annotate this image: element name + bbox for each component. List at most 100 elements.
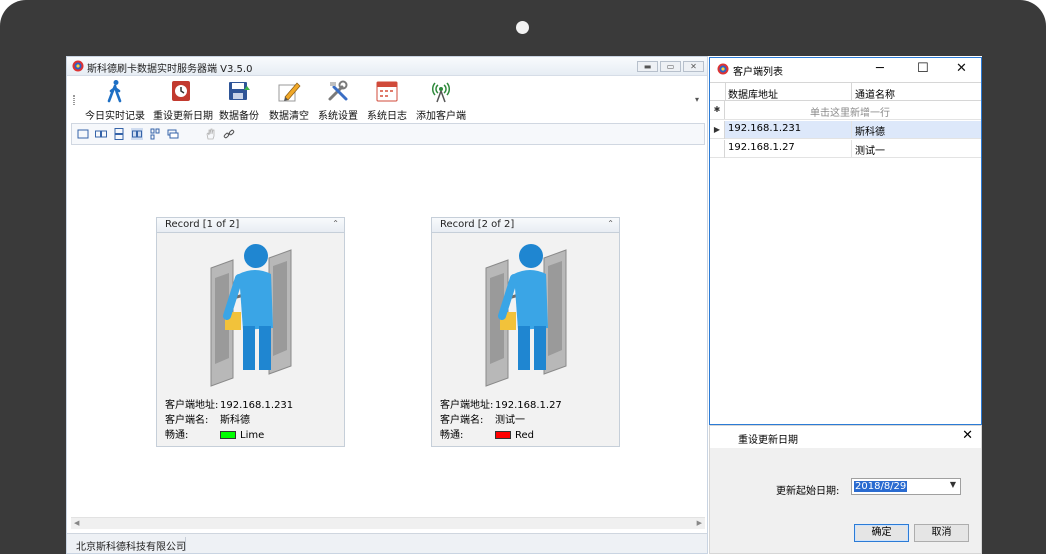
- record-card: Record [2 of 2] ⌃ 客户端地址: 192.168.1.27 客户…: [431, 217, 620, 447]
- collapse-chevron-icon[interactable]: ⌃: [607, 219, 614, 228]
- alarm-clock-icon: [172, 81, 190, 101]
- dropdown-arrow-icon[interactable]: ▼: [950, 480, 956, 489]
- record-status-row: 畅通: Red: [440, 426, 534, 441]
- scroll-left-arrow-icon[interactable]: ◀: [74, 519, 79, 527]
- new-row-indicator-icon: ✱: [710, 101, 725, 119]
- company-name: 北京斯科德科技有限公司: [76, 542, 186, 553]
- cancel-button[interactable]: 取消: [914, 524, 969, 542]
- record-status-label: 畅通:: [165, 430, 189, 441]
- reset-update-date-label: 重设更新日期: [153, 111, 213, 122]
- table-row[interactable]: 192.168.1.27 测试一: [710, 140, 981, 158]
- ok-button[interactable]: 确定: [854, 524, 909, 542]
- walking-person-icon: [107, 80, 122, 103]
- calendar-log-icon: [376, 81, 398, 102]
- add-client-button[interactable]: 添加客户端: [416, 79, 466, 122]
- client-list-window: 客户端列表 ─ ☐ ✕ 数据库地址 通道名称 ✱ 单击这里新增一行 ▶ 192.…: [709, 57, 982, 425]
- single-view-icon[interactable]: [77, 128, 89, 140]
- window-title: 斯科德刷卡数据实时服务器端 V3.5.0: [87, 64, 253, 75]
- column-header-channel-name[interactable]: 通道名称: [855, 86, 895, 101]
- cell-channel[interactable]: 斯科德: [852, 121, 981, 138]
- record-address-value: 192.168.1.27: [495, 400, 562, 411]
- add-client-label: 添加客户端: [416, 111, 466, 122]
- webcam-dot: [516, 21, 529, 34]
- system-settings-label: 系统设置: [318, 111, 358, 122]
- card-view-icon[interactable]: [131, 128, 143, 140]
- current-row-arrow-icon: ▶: [710, 121, 725, 139]
- close-icon[interactable]: ✕: [962, 428, 973, 443]
- two-row-view-icon[interactable]: [113, 128, 125, 140]
- status-color-swatch: [220, 431, 236, 439]
- restore-button[interactable]: ▭: [660, 61, 681, 72]
- record-header: Record [2 of 2] ⌃: [432, 218, 619, 233]
- column-view-icon[interactable]: [149, 128, 161, 140]
- stacked-view-icon[interactable]: [167, 128, 179, 140]
- reset-date-dialog: 重设更新日期 ✕ 更新起始日期: 2018/8/29 ▼ 确定 取消: [709, 425, 982, 554]
- record-card: Record [1 of 2] ⌃ 客户端地址: 192.168.1.231 客…: [156, 217, 345, 447]
- grid-header: 数据库地址 通道名称: [710, 82, 981, 101]
- eraser-pencil-icon: [278, 82, 301, 102]
- app-logo-icon: [717, 63, 729, 75]
- record-title: Record [1 of 2]: [165, 219, 240, 230]
- row-indicator: [710, 140, 725, 158]
- start-date-value[interactable]: 2018/8/29: [854, 481, 908, 492]
- main-window: 斯科德刷卡数据实时服务器端 V3.5.0 ▬ ▭ ✕ 今日实时记录 重设更新日期…: [66, 56, 708, 554]
- data-backup-button[interactable]: 数据备份: [219, 79, 259, 122]
- column-divider: [725, 83, 726, 101]
- start-date-picker[interactable]: 2018/8/29 ▼: [851, 478, 961, 495]
- toolbar-overflow-icon[interactable]: ▾: [695, 95, 699, 104]
- horizontal-scrollbar[interactable]: ◀ ▶: [71, 517, 705, 529]
- dialog-titlebar: 重设更新日期 ✕: [710, 426, 981, 448]
- table-row[interactable]: ▶ 192.168.1.231 斯科德: [710, 121, 981, 139]
- status-divider: [185, 537, 186, 551]
- record-name-label: 客户端名:: [440, 415, 484, 426]
- close-button[interactable]: ✕: [683, 61, 704, 72]
- pan-hand-icon[interactable]: [205, 128, 217, 140]
- client-list-title: 客户端列表: [733, 67, 783, 78]
- data-clear-button[interactable]: 数据清空: [269, 79, 309, 122]
- system-log-label: 系统日志: [367, 111, 407, 122]
- today-records-label: 今日实时记录: [85, 111, 145, 122]
- toolbar-grip[interactable]: [73, 95, 75, 105]
- cell-address[interactable]: 192.168.1.231: [725, 121, 851, 138]
- record-address-label: 客户端地址:: [440, 400, 494, 411]
- record-status-value: Red: [515, 430, 534, 441]
- record-name-label: 客户端名:: [165, 415, 209, 426]
- tools-icon: [328, 80, 348, 101]
- reset-update-date-button[interactable]: 重设更新日期: [153, 79, 213, 122]
- data-clear-label: 数据清空: [269, 111, 309, 122]
- record-name-value: 斯科德: [220, 415, 250, 426]
- new-row[interactable]: ✱ 单击这里新增一行: [710, 101, 981, 120]
- start-date-label: 更新起始日期:: [776, 486, 840, 497]
- turnstile-gate-image: [485, 244, 567, 387]
- column-header-db-address[interactable]: 数据库地址: [728, 86, 778, 101]
- antenna-icon: [431, 82, 451, 103]
- record-status-row: 畅通: Lime: [165, 426, 264, 441]
- record-address-label: 客户端地址:: [165, 400, 219, 411]
- record-address-value: 192.168.1.231: [220, 400, 294, 411]
- app-logo-icon: [72, 60, 84, 72]
- collapse-chevron-icon[interactable]: ⌃: [332, 219, 339, 228]
- cell-channel[interactable]: 测试一: [852, 140, 981, 157]
- record-name-row: 客户端名: 测试一: [440, 411, 525, 426]
- close-button[interactable]: ✕: [956, 61, 967, 76]
- status-bar: 北京斯科德科技有限公司: [67, 533, 707, 553]
- record-address-row: 客户端地址: 192.168.1.231: [165, 396, 293, 411]
- scroll-right-arrow-icon[interactable]: ▶: [697, 519, 702, 527]
- data-backup-label: 数据备份: [219, 111, 259, 122]
- record-status-value: Lime: [240, 430, 265, 441]
- status-color-swatch: [495, 431, 511, 439]
- column-divider[interactable]: [851, 83, 852, 101]
- system-log-button[interactable]: 系统日志: [367, 79, 407, 122]
- cell-address[interactable]: 192.168.1.27: [725, 140, 851, 157]
- link-icon[interactable]: [223, 128, 235, 140]
- system-settings-button[interactable]: 系统设置: [318, 79, 358, 122]
- new-row-hint: 单击这里新增一行: [810, 108, 890, 119]
- screen: 斯科德刷卡数据实时服务器端 V3.5.0 ▬ ▭ ✕ 今日实时记录 重设更新日期…: [66, 56, 982, 554]
- minimize-button[interactable]: ─: [876, 61, 884, 76]
- record-address-row: 客户端地址: 192.168.1.27: [440, 396, 562, 411]
- today-records-button[interactable]: 今日实时记录: [85, 79, 145, 122]
- maximize-button[interactable]: ☐: [917, 61, 929, 76]
- two-column-view-icon[interactable]: [95, 128, 107, 140]
- record-name-value: 测试一: [495, 415, 525, 426]
- minimize-button[interactable]: ▬: [637, 61, 658, 72]
